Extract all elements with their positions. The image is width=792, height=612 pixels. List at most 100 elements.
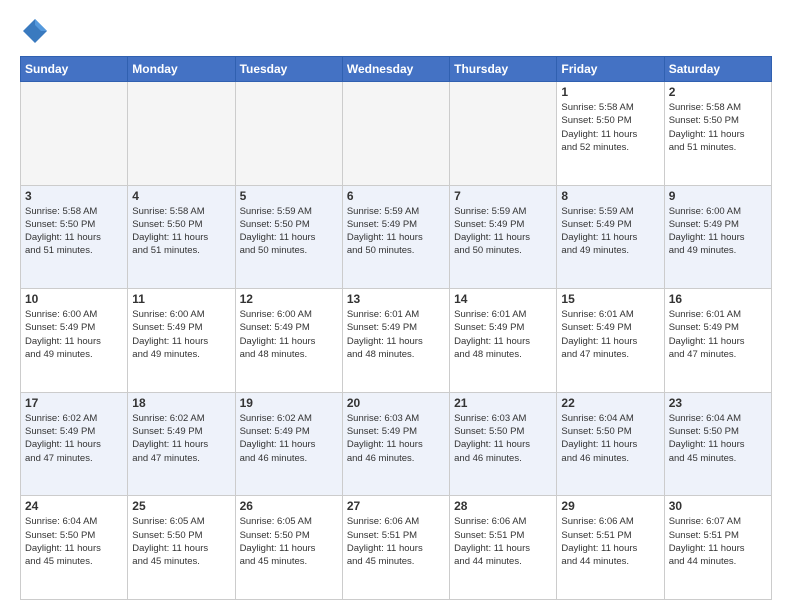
day-info: Sunrise: 5:59 AM Sunset: 5:49 PM Dayligh…: [561, 205, 659, 258]
day-info: Sunrise: 5:59 AM Sunset: 5:49 PM Dayligh…: [347, 205, 445, 258]
calendar-cell: 3 Sunrise: 5:58 AM Sunset: 5:50 PM Daylig…: [21, 185, 128, 289]
day-info: Sunrise: 6:00 AM Sunset: 5:49 PM Dayligh…: [25, 308, 123, 361]
day-number: 24: [25, 499, 123, 513]
day-info: Sunrise: 6:02 AM Sunset: 5:49 PM Dayligh…: [240, 412, 338, 465]
day-info: Sunrise: 6:05 AM Sunset: 5:50 PM Dayligh…: [132, 515, 230, 568]
day-info: Sunrise: 6:00 AM Sunset: 5:49 PM Dayligh…: [240, 308, 338, 361]
calendar-cell: 20 Sunrise: 6:03 AM Sunset: 5:49 PM Dayli…: [342, 392, 449, 496]
calendar-cell: 15 Sunrise: 6:01 AM Sunset: 5:49 PM Dayli…: [557, 289, 664, 393]
day-number: 28: [454, 499, 552, 513]
calendar-cell: 22 Sunrise: 6:04 AM Sunset: 5:50 PM Dayli…: [557, 392, 664, 496]
weekday-header-saturday: Saturday: [664, 57, 771, 82]
day-number: 15: [561, 292, 659, 306]
day-info: Sunrise: 6:01 AM Sunset: 5:49 PM Dayligh…: [347, 308, 445, 361]
day-number: 2: [669, 85, 767, 99]
calendar-cell: 1 Sunrise: 5:58 AM Sunset: 5:50 PM Daylig…: [557, 82, 664, 186]
day-info: Sunrise: 6:02 AM Sunset: 5:49 PM Dayligh…: [132, 412, 230, 465]
day-info: Sunrise: 6:04 AM Sunset: 5:50 PM Dayligh…: [669, 412, 767, 465]
weekday-header-tuesday: Tuesday: [235, 57, 342, 82]
day-info: Sunrise: 5:58 AM Sunset: 5:50 PM Dayligh…: [25, 205, 123, 258]
calendar-cell: 21Sunrise: 6:03 AM Sunset: 5:50 PM Dayli…: [450, 392, 557, 496]
calendar-cell: [342, 82, 449, 186]
calendar-cell: [235, 82, 342, 186]
calendar-cell: 4 Sunrise: 5:58 AM Sunset: 5:50 PM Daylig…: [128, 185, 235, 289]
day-info: Sunrise: 5:58 AM Sunset: 5:50 PM Dayligh…: [561, 101, 659, 154]
calendar-cell: 9 Sunrise: 6:00 AM Sunset: 5:49 PM Daylig…: [664, 185, 771, 289]
calendar-cell: 10Sunrise: 6:00 AM Sunset: 5:49 PM Dayli…: [21, 289, 128, 393]
day-info: Sunrise: 6:00 AM Sunset: 5:49 PM Dayligh…: [669, 205, 767, 258]
day-info: Sunrise: 6:01 AM Sunset: 5:49 PM Dayligh…: [454, 308, 552, 361]
day-number: 1: [561, 85, 659, 99]
calendar-week-row: 1 Sunrise: 5:58 AM Sunset: 5:50 PM Daylig…: [21, 82, 772, 186]
day-number: 20: [347, 396, 445, 410]
day-info: Sunrise: 5:58 AM Sunset: 5:50 PM Dayligh…: [132, 205, 230, 258]
calendar-cell: 11Sunrise: 6:00 AM Sunset: 5:49 PM Dayli…: [128, 289, 235, 393]
day-number: 26: [240, 499, 338, 513]
calendar-cell: 18Sunrise: 6:02 AM Sunset: 5:49 PM Dayli…: [128, 392, 235, 496]
day-info: Sunrise: 6:01 AM Sunset: 5:49 PM Dayligh…: [561, 308, 659, 361]
calendar-cell: 19 Sunrise: 6:02 AM Sunset: 5:49 PM Dayli…: [235, 392, 342, 496]
day-info: Sunrise: 6:04 AM Sunset: 5:50 PM Dayligh…: [25, 515, 123, 568]
day-info: Sunrise: 5:59 AM Sunset: 5:50 PM Dayligh…: [240, 205, 338, 258]
day-number: 13: [347, 292, 445, 306]
weekday-header-sunday: Sunday: [21, 57, 128, 82]
day-info: Sunrise: 5:58 AM Sunset: 5:50 PM Dayligh…: [669, 101, 767, 154]
calendar-week-row: 17 Sunrise: 6:02 AM Sunset: 5:49 PM Dayli…: [21, 392, 772, 496]
day-info: Sunrise: 5:59 AM Sunset: 5:49 PM Dayligh…: [454, 205, 552, 258]
weekday-header-thursday: Thursday: [450, 57, 557, 82]
calendar-cell: [21, 82, 128, 186]
day-number: 27: [347, 499, 445, 513]
calendar-cell: 30Sunrise: 6:07 AM Sunset: 5:51 PM Dayli…: [664, 496, 771, 600]
day-info: Sunrise: 6:06 AM Sunset: 5:51 PM Dayligh…: [454, 515, 552, 568]
day-number: 9: [669, 189, 767, 203]
calendar-cell: 7 Sunrise: 5:59 AM Sunset: 5:49 PM Daylig…: [450, 185, 557, 289]
calendar-cell: 2 Sunrise: 5:58 AM Sunset: 5:50 PM Daylig…: [664, 82, 771, 186]
page: SundayMondayTuesdayWednesdayThursdayFrid…: [0, 0, 792, 612]
day-number: 29: [561, 499, 659, 513]
day-info: Sunrise: 6:01 AM Sunset: 5:49 PM Dayligh…: [669, 308, 767, 361]
weekday-header-monday: Monday: [128, 57, 235, 82]
day-info: Sunrise: 6:04 AM Sunset: 5:50 PM Dayligh…: [561, 412, 659, 465]
day-number: 16: [669, 292, 767, 306]
weekday-header-friday: Friday: [557, 57, 664, 82]
calendar-cell: [450, 82, 557, 186]
calendar-cell: 27 Sunrise: 6:06 AM Sunset: 5:51 PM Dayli…: [342, 496, 449, 600]
calendar-cell: 24 Sunrise: 6:04 AM Sunset: 5:50 PM Dayli…: [21, 496, 128, 600]
day-info: Sunrise: 6:03 AM Sunset: 5:49 PM Dayligh…: [347, 412, 445, 465]
logo-icon: [20, 16, 50, 46]
calendar-cell: 25Sunrise: 6:05 AM Sunset: 5:50 PM Dayli…: [128, 496, 235, 600]
calendar-cell: 14 Sunrise: 6:01 AM Sunset: 5:49 PM Dayli…: [450, 289, 557, 393]
day-info: Sunrise: 6:06 AM Sunset: 5:51 PM Dayligh…: [347, 515, 445, 568]
day-number: 12: [240, 292, 338, 306]
calendar-week-row: 3 Sunrise: 5:58 AM Sunset: 5:50 PM Daylig…: [21, 185, 772, 289]
day-number: 7: [454, 189, 552, 203]
calendar-cell: 26 Sunrise: 6:05 AM Sunset: 5:50 PM Dayli…: [235, 496, 342, 600]
logo: [20, 16, 54, 46]
day-info: Sunrise: 6:02 AM Sunset: 5:49 PM Dayligh…: [25, 412, 123, 465]
calendar-cell: 8 Sunrise: 5:59 AM Sunset: 5:49 PM Daylig…: [557, 185, 664, 289]
weekday-header-row: SundayMondayTuesdayWednesdayThursdayFrid…: [21, 57, 772, 82]
calendar-cell: 16 Sunrise: 6:01 AM Sunset: 5:49 PM Dayli…: [664, 289, 771, 393]
day-number: 23: [669, 396, 767, 410]
day-number: 6: [347, 189, 445, 203]
weekday-header-wednesday: Wednesday: [342, 57, 449, 82]
day-number: 19: [240, 396, 338, 410]
calendar-week-row: 10Sunrise: 6:00 AM Sunset: 5:49 PM Dayli…: [21, 289, 772, 393]
day-info: Sunrise: 6:06 AM Sunset: 5:51 PM Dayligh…: [561, 515, 659, 568]
calendar-week-row: 24 Sunrise: 6:04 AM Sunset: 5:50 PM Dayli…: [21, 496, 772, 600]
calendar-cell: 5Sunrise: 5:59 AM Sunset: 5:50 PM Daylig…: [235, 185, 342, 289]
day-number: 14: [454, 292, 552, 306]
day-number: 4: [132, 189, 230, 203]
calendar-cell: 28 Sunrise: 6:06 AM Sunset: 5:51 PM Dayli…: [450, 496, 557, 600]
calendar-cell: [128, 82, 235, 186]
day-info: Sunrise: 6:05 AM Sunset: 5:50 PM Dayligh…: [240, 515, 338, 568]
day-number: 17: [25, 396, 123, 410]
day-info: Sunrise: 6:07 AM Sunset: 5:51 PM Dayligh…: [669, 515, 767, 568]
day-number: 8: [561, 189, 659, 203]
calendar-cell: 23 Sunrise: 6:04 AM Sunset: 5:50 PM Dayli…: [664, 392, 771, 496]
day-number: 22: [561, 396, 659, 410]
day-number: 3: [25, 189, 123, 203]
calendar-table: SundayMondayTuesdayWednesdayThursdayFrid…: [20, 56, 772, 600]
day-info: Sunrise: 6:00 AM Sunset: 5:49 PM Dayligh…: [132, 308, 230, 361]
calendar-cell: 12 Sunrise: 6:00 AM Sunset: 5:49 PM Dayli…: [235, 289, 342, 393]
